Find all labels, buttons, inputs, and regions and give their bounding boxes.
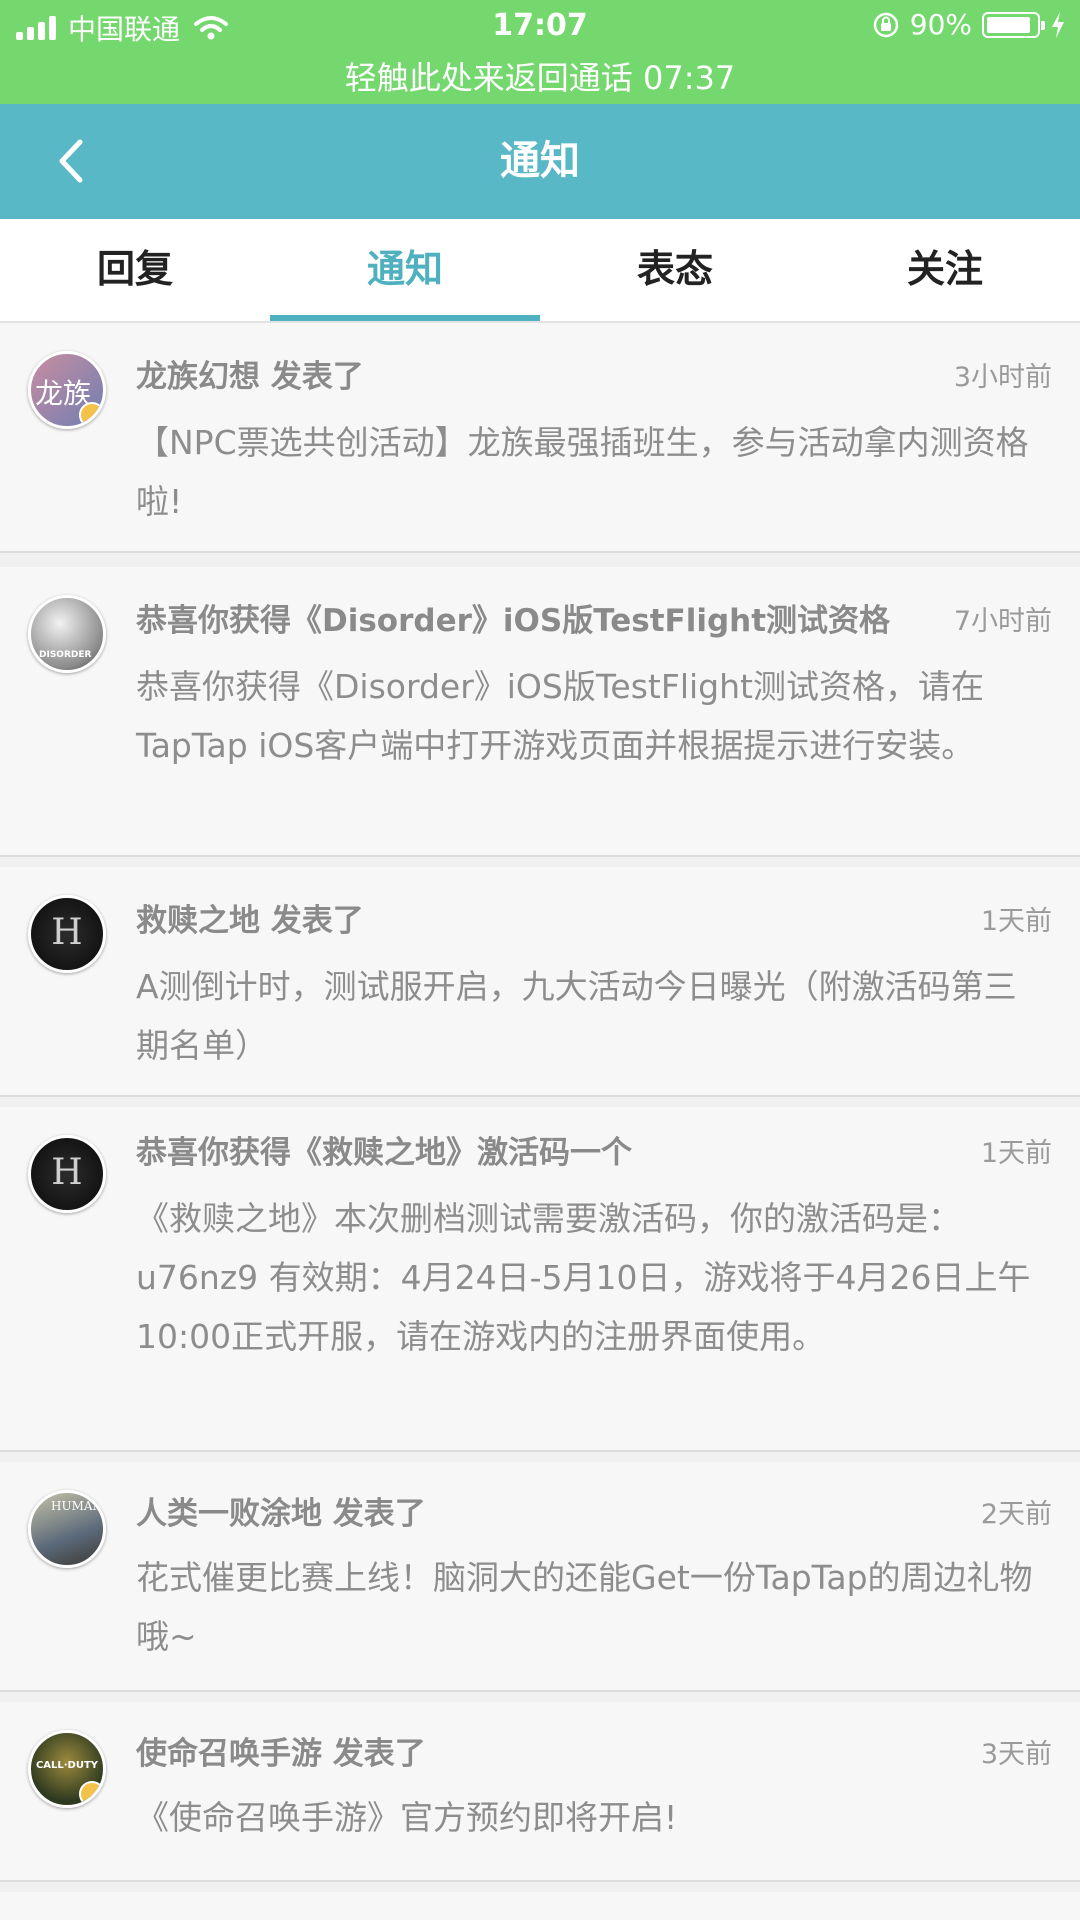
status-bar: 中国联通 17:07 90% 轻触此处来返回通话 07:37 bbox=[0, 0, 1080, 104]
page-title: 通知 bbox=[500, 138, 580, 184]
verified-badge-icon bbox=[79, 1781, 103, 1805]
notification-time: 2天前 bbox=[980, 1499, 1052, 1530]
battery-percent: 90% bbox=[909, 8, 972, 41]
notification-body: 《救赎之地》本次删档测试需要激活码，你的激活码是：u76nz9 有效期：4月24… bbox=[136, 1199, 1031, 1356]
h-logo-avatar-icon[interactable]: H bbox=[28, 1135, 106, 1213]
notification-time: 3天前 bbox=[980, 1739, 1052, 1770]
h-logo-avatar-icon[interactable]: H bbox=[28, 895, 106, 973]
notification-time: 3小时前 bbox=[953, 362, 1052, 393]
notification-title: 龙族幻想 发表了 bbox=[136, 359, 364, 395]
active-tab-indicator bbox=[270, 315, 540, 321]
status-right: 90% bbox=[872, 8, 1066, 41]
call-of-duty-avatar-icon[interactable]: CALL·DUTY bbox=[28, 1730, 106, 1808]
notification-body: A测倒计时，测试服开启，九大活动今日曝光（附激活码第三期名单） bbox=[136, 967, 1017, 1065]
tab-following[interactable]: 关注 bbox=[810, 219, 1080, 321]
return-to-call-banner[interactable]: 轻触此处来返回通话 07:37 bbox=[0, 56, 1080, 100]
tab-notifications[interactable]: 通知 bbox=[270, 219, 540, 321]
charging-bolt-icon bbox=[1052, 11, 1064, 38]
tab-reactions[interactable]: 表态 bbox=[540, 219, 810, 321]
notification-title: 救赎之地 发表了 bbox=[136, 903, 364, 939]
disorder-game-avatar-icon[interactable]: DISORDER bbox=[28, 595, 106, 673]
tab-bar: 回复 通知 表态 关注 bbox=[0, 219, 1080, 323]
notification-title: 恭喜你获得《Disorder》iOS版TestFlight测试资格 bbox=[136, 603, 891, 639]
human-fall-flat-avatar-icon[interactable]: HUMAN bbox=[28, 1490, 106, 1568]
list-item[interactable]: H 恭喜你获得《救赎之地》激活码一个 1天前 《救赎之地》本次删档测试需要激活码… bbox=[0, 1107, 1080, 1452]
longzu-game-avatar-icon[interactable]: 龙族 bbox=[28, 351, 106, 429]
notification-time: 1天前 bbox=[980, 906, 1052, 937]
tab-replies[interactable]: 回复 bbox=[0, 219, 270, 321]
notification-title: 恭喜你获得《救赎之地》激活码一个 bbox=[136, 1135, 632, 1171]
verified-badge-icon bbox=[79, 402, 103, 426]
list-item[interactable]: DISORDER 恭喜你获得《Disorder》iOS版TestFlight测试… bbox=[0, 567, 1080, 857]
nav-header: 通知 bbox=[0, 104, 1080, 219]
notification-body: 【NPC票选共创活动】龙族最强插班生，参与活动拿内测资格啦! bbox=[136, 423, 1029, 521]
list-item[interactable]: 龙族 龙族幻想 发表了 3小时前 【NPC票选共创活动】龙族最强插班生，参与活动… bbox=[0, 323, 1080, 553]
notification-time: 1天前 bbox=[980, 1138, 1052, 1169]
notification-body: 《使命召唤手游》官方预约即将开启! bbox=[136, 1798, 678, 1837]
orientation-lock-icon bbox=[873, 12, 899, 37]
list-item[interactable]: HUMAN 人类一败涂地 发表了 2天前 花式催更比赛上线！脑洞大的还能Get一… bbox=[0, 1462, 1080, 1692]
notification-title: 使命召唤手游 发表了 bbox=[136, 1736, 426, 1772]
notification-title: 人类一败涂地 发表了 bbox=[136, 1496, 426, 1532]
battery-icon bbox=[982, 11, 1045, 38]
notification-body: 花式催更比赛上线！脑洞大的还能Get一份TapTap的周边礼物哦~ bbox=[136, 1558, 1033, 1656]
list-item[interactable] bbox=[0, 1892, 1080, 1920]
list-item[interactable]: H 救赎之地 发表了 1天前 A测倒计时，测试服开启，九大活动今日曝光（附激活码… bbox=[0, 867, 1080, 1097]
list-item[interactable]: CALL·DUTY 使命召唤手游 发表了 3天前 《使命召唤手游》官方预约即将开… bbox=[0, 1702, 1080, 1882]
notification-body: 恭喜你获得《Disorder》iOS版TestFlight测试资格，请在TapT… bbox=[136, 667, 984, 765]
notification-time: 7小时前 bbox=[953, 606, 1052, 637]
